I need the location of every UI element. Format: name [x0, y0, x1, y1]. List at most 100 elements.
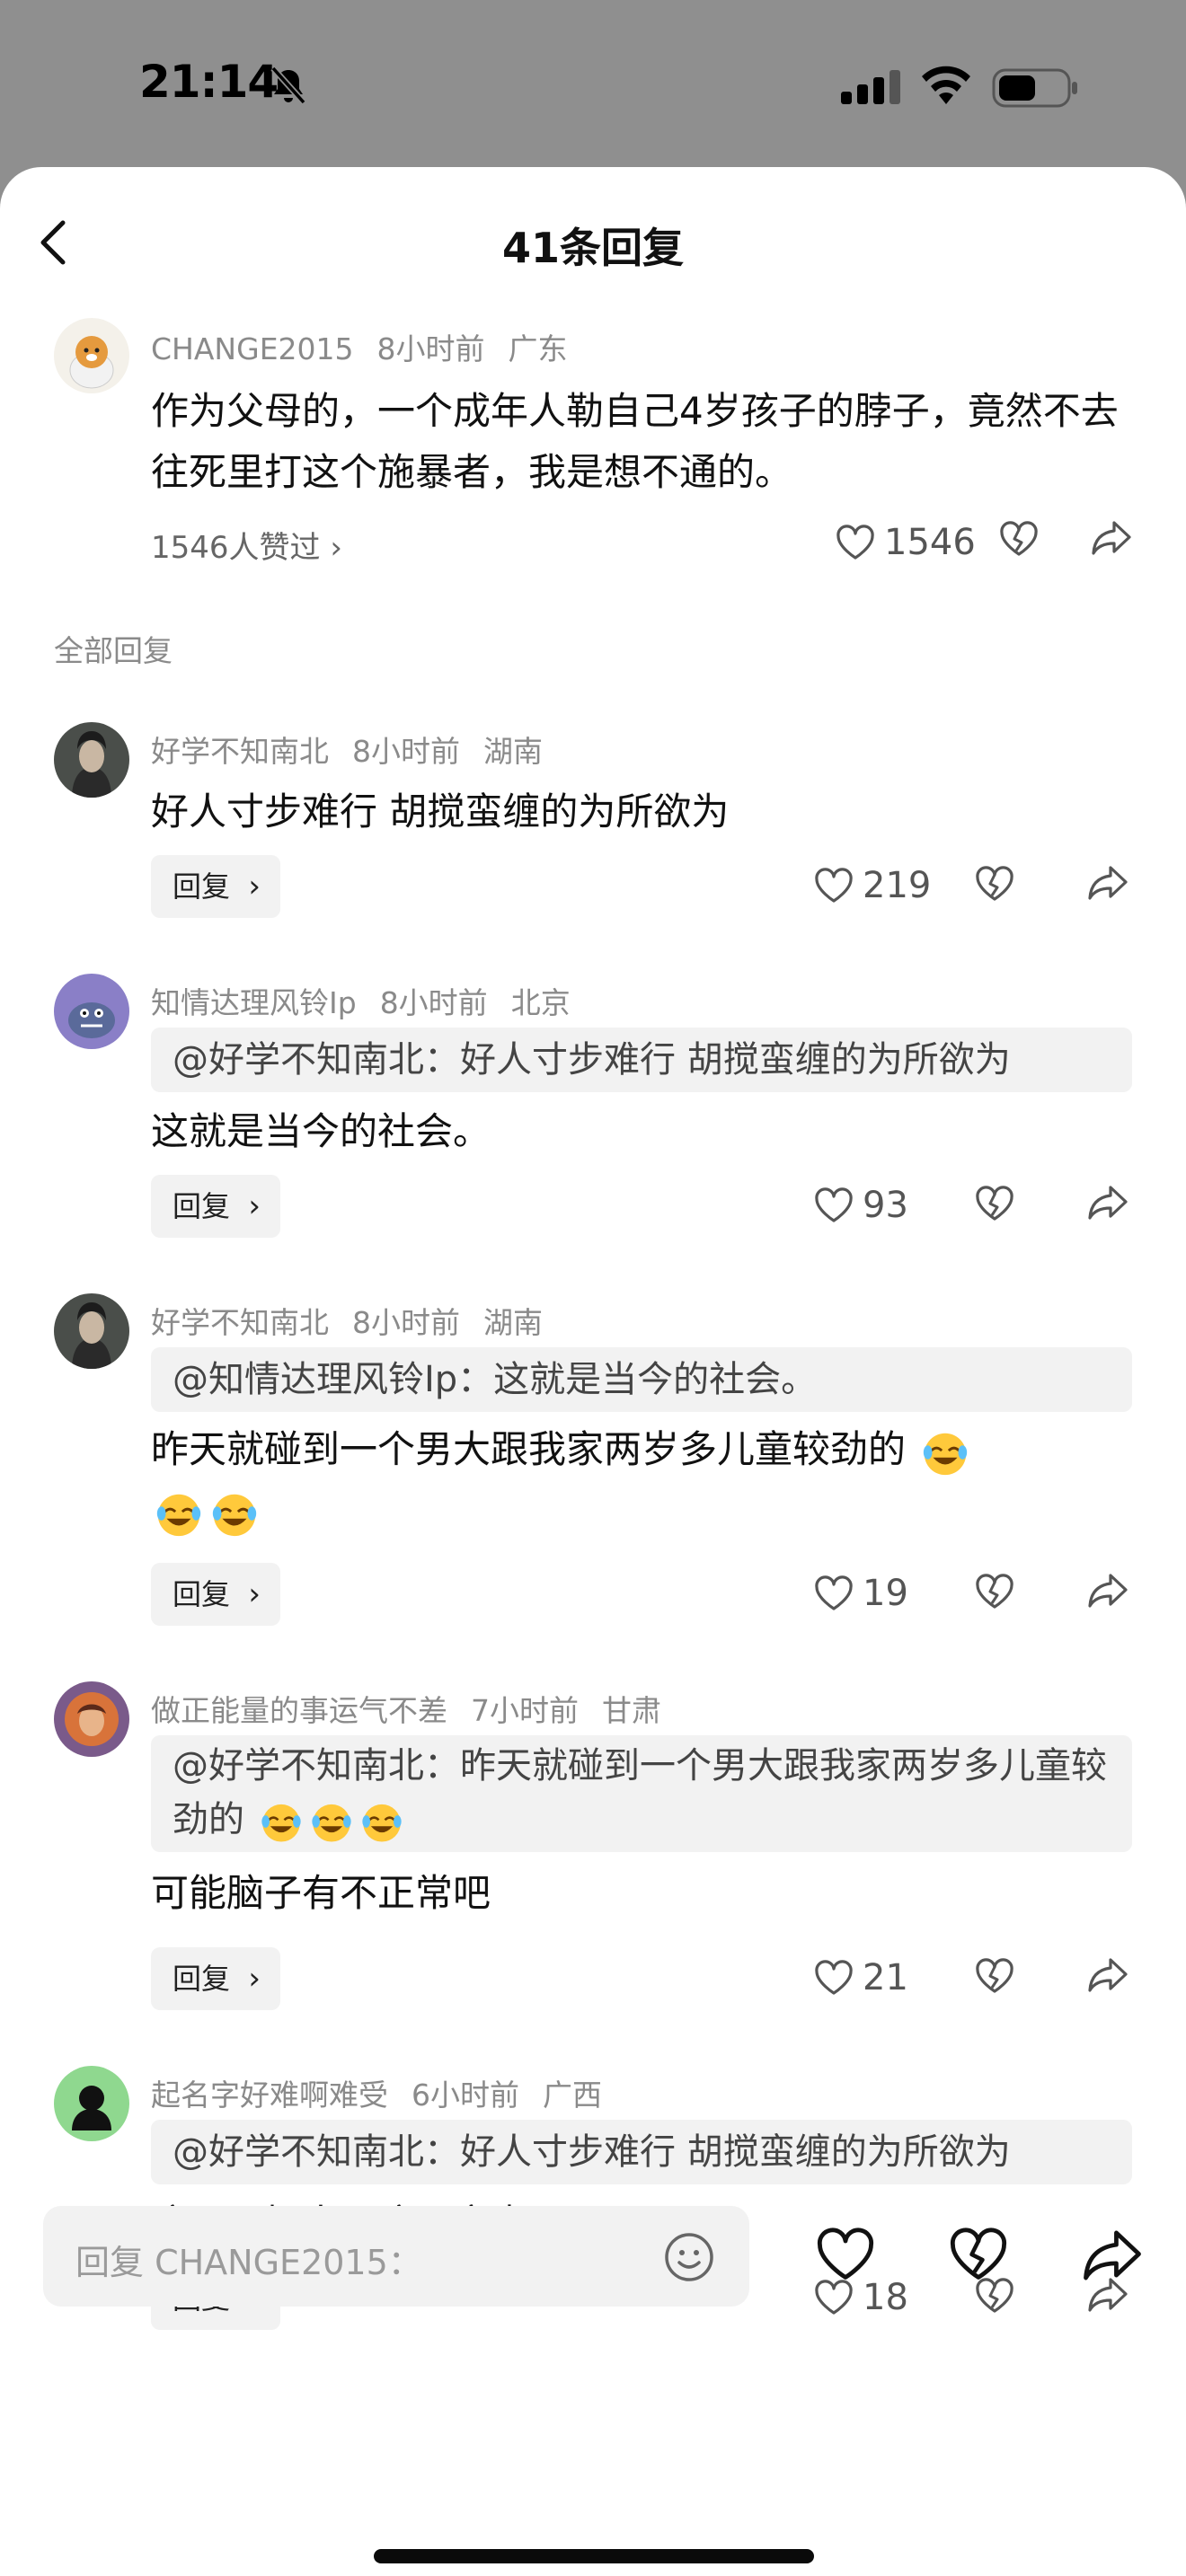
chevron-right-icon: ›: [248, 869, 261, 904]
heart-outline-icon: [815, 868, 853, 903]
broken-heart-icon: [976, 866, 1013, 901]
like-button[interactable]: 93: [814, 1178, 908, 1232]
reply-text: 昨天就碰到一个男大跟我家两岁多儿童较劲的: [151, 1419, 1139, 1541]
laughing-crying-emoji: [919, 1426, 971, 1478]
dislike-button[interactable]: [975, 1958, 1014, 1998]
like-button[interactable]: 19: [814, 1566, 908, 1620]
like-button[interactable]: 1546: [836, 516, 976, 569]
quoted-reply[interactable]: @好学不知南北：好人寸步难行 胡搅蛮缠的为所欲为: [151, 2120, 1132, 2184]
reply-time: 8小时前: [352, 1305, 460, 1340]
heart-outline-icon: [836, 525, 874, 560]
like-button[interactable]: [816, 2228, 875, 2285]
avatar[interactable]: [54, 2066, 129, 2141]
reply-button[interactable]: 回复 ›: [151, 1947, 280, 2010]
share-arrow-icon: [1088, 1958, 1128, 1992]
share-button[interactable]: [1087, 1184, 1128, 1225]
like-count: 21: [863, 1957, 908, 1998]
likers-link[interactable]: 1546人赞过 ›: [151, 523, 342, 567]
share-button[interactable]: [1087, 1956, 1128, 1998]
reply-input[interactable]: 回复 CHANGE2015：: [43, 2206, 749, 2307]
reply-button[interactable]: 回复 ›: [151, 1563, 280, 1626]
comment-time: 8小时前: [376, 331, 485, 366]
avatar[interactable]: [54, 974, 129, 1049]
reply-time: 8小时前: [379, 985, 488, 1020]
username[interactable]: 做正能量的事运气不差: [151, 1693, 447, 1728]
page-title: 41条回复: [501, 224, 684, 272]
quoted-reply[interactable]: @好学不知南北：好人寸步难行 胡搅蛮缠的为所欲为: [151, 1028, 1132, 1092]
reply-text-content: 昨天就碰到一个男大跟我家两岁多儿童较劲的: [151, 1427, 907, 1471]
dislike-button[interactable]: [999, 521, 1039, 560]
share-button[interactable]: [1087, 864, 1128, 905]
reply-button[interactable]: 回复 ›: [151, 1175, 280, 1238]
reply-meta: 起名字好难啊难受 6小时前 广西: [151, 2071, 625, 2114]
share-arrow-icon: [1092, 521, 1131, 555]
comment-location: 广东: [508, 331, 568, 366]
dislike-button[interactable]: [949, 2228, 1008, 2285]
avatar[interactable]: [54, 1681, 129, 1757]
like-count: 1546: [884, 522, 976, 563]
heart-outline-icon: [817, 2228, 874, 2280]
laughing-crying-emoji: [208, 1487, 261, 1539]
chevron-right-icon: ›: [330, 530, 342, 566]
chevron-right-icon: ›: [248, 1576, 261, 1612]
like-count: 219: [863, 865, 932, 906]
share-arrow-icon: [1088, 1574, 1128, 1608]
reply-meta: 好学不知南北 8小时前 湖南: [151, 728, 566, 771]
broken-heart-icon: [976, 1958, 1013, 1993]
broken-heart-icon: [976, 1186, 1013, 1221]
battery-icon: [992, 68, 1078, 111]
laughing-crying-emoji: [308, 1798, 355, 1845]
reply-location: 湖南: [483, 734, 543, 769]
heart-outline-icon: [815, 1575, 853, 1610]
reply-location: 甘肃: [602, 1693, 661, 1728]
dislike-button[interactable]: [975, 1186, 1014, 1225]
comment-text: 作为父母的，一个成年人勒自己4岁孩子的脖子，竟然不去往死里打这个施暴者，我是想不…: [151, 389, 1119, 494]
share-button[interactable]: [1091, 519, 1132, 560]
username[interactable]: 知情达理风铃Ip: [151, 985, 357, 1020]
reply-meta: 好学不知南北 8小时前 湖南: [151, 1299, 566, 1342]
reply-text: 可能脑子有不正常吧: [151, 1871, 491, 1915]
status-time: 21:14: [139, 56, 279, 108]
like-button[interactable]: 21: [814, 1951, 908, 2005]
status-bar: 21:14: [0, 0, 1186, 171]
laughing-crying-emoji: [153, 1487, 205, 1539]
dislike-button[interactable]: [975, 1574, 1014, 1613]
wifi-icon: [920, 65, 972, 108]
like-button[interactable]: 219: [814, 859, 931, 913]
username[interactable]: 好学不知南北: [151, 1305, 329, 1340]
avatar[interactable]: [54, 722, 129, 798]
reply-button-label: 回复: [173, 869, 231, 904]
avatar[interactable]: [54, 1293, 129, 1369]
avatar[interactable]: [54, 318, 129, 393]
laughing-crying-emoji: [358, 1798, 405, 1845]
laughing-crying-emoji: [258, 1798, 305, 1845]
username[interactable]: 起名字好难啊难受: [151, 2078, 388, 2113]
likers-label: 1546人赞过: [151, 530, 321, 566]
heart-outline-icon: [815, 1960, 853, 1995]
broken-heart-icon: [950, 2228, 1007, 2280]
share-button[interactable]: [1087, 1572, 1128, 1613]
share-arrow-icon: [1088, 1186, 1128, 1220]
like-count: 19: [863, 1573, 908, 1614]
username[interactable]: 好学不知南北: [151, 734, 329, 769]
reply-meta: 做正能量的事运气不差 7小时前 甘肃: [151, 1687, 685, 1730]
share-button[interactable]: [1082, 2228, 1143, 2287]
reply-button-label: 回复: [173, 1962, 231, 1996]
comment-meta: CHANGE2015 8小时前 广东: [151, 325, 591, 368]
share-arrow-icon: [1084, 2230, 1141, 2280]
header: 41条回复: [0, 167, 1186, 320]
reply-button[interactable]: 回复 ›: [151, 855, 280, 918]
home-indicator[interactable]: [374, 2549, 814, 2563]
heart-outline-icon: [815, 1187, 853, 1222]
smile-icon[interactable]: [663, 2231, 715, 2287]
reply-location: 北京: [510, 985, 571, 1020]
reply-input-placeholder: 回复 CHANGE2015：: [75, 2243, 422, 2282]
quoted-reply[interactable]: @好学不知南北：昨天就碰到一个男大跟我家两岁多儿童较劲的: [151, 1735, 1132, 1852]
quoted-reply[interactable]: @知情达理风铃Ip：这就是当今的社会。: [151, 1347, 1132, 1412]
broken-heart-icon: [976, 1574, 1013, 1609]
username[interactable]: CHANGE2015: [151, 331, 354, 366]
section-label: 全部回复: [54, 633, 173, 668]
reply-button-label: 回复: [173, 1189, 231, 1223]
reply-location: 广西: [543, 2078, 602, 2113]
dislike-button[interactable]: [975, 866, 1014, 905]
